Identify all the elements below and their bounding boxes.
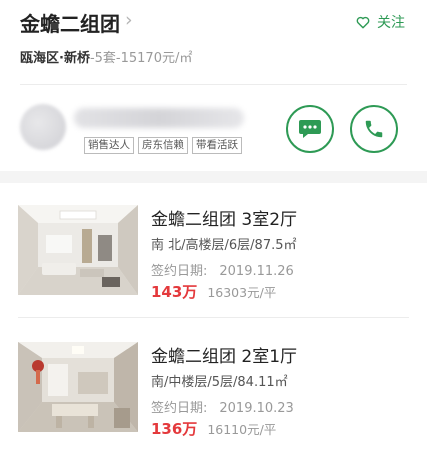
agent-tag: 房东信赖	[138, 137, 188, 154]
listing-item[interactable]: 金蟾二组团 3室2厅 南 北/高楼层/6层/87.5㎡ 签约日期: 2019.11…	[0, 193, 427, 321]
chat-bubble-icon	[299, 120, 321, 138]
total-price: 136万	[151, 420, 198, 438]
listing-item[interactable]: 金蟾二组团 2室1厅 南/中楼层/5层/84.11㎡ 签约日期: 2019.10.…	[0, 330, 427, 450]
community-header: 金蟾二组团 › 关注 瓯海区·新桥-5套-15170元/㎡	[0, 0, 427, 88]
total-price: 143万	[151, 283, 198, 301]
agent-tag: 销售达人	[84, 137, 134, 154]
agent-name-blurred	[74, 108, 244, 128]
chevron-right-icon[interactable]: ›	[125, 9, 133, 31]
community-title[interactable]: 金蟾二组团	[20, 8, 120, 37]
sign-date-value: 2019.11.26	[219, 264, 294, 279]
chat-button[interactable]	[286, 105, 334, 153]
agent-tags: 销售达人 房东信赖 带看活跃	[84, 137, 242, 154]
listing-photo[interactable]	[18, 342, 138, 432]
listing-photo[interactable]	[18, 205, 138, 295]
phone-icon	[365, 120, 383, 138]
listing-detail: 南/中楼层/5层/84.11㎡	[151, 375, 288, 390]
listing-sign-date: 签约日期: 2019.10.23	[151, 397, 294, 416]
sign-date-label: 签约日期:	[151, 264, 208, 279]
agent-tag: 带看活跃	[192, 137, 242, 154]
section-divider	[0, 171, 427, 183]
community-subtitle: 瓯海区·新桥-5套-15170元/㎡	[20, 47, 192, 66]
agent-avatar[interactable]	[20, 104, 66, 150]
header-divider	[20, 84, 407, 85]
sign-date-label: 签约日期:	[151, 401, 208, 416]
follow-label: 关注	[377, 15, 405, 31]
listing-detail: 南 北/高楼层/6层/87.5㎡	[151, 238, 297, 253]
unit-price: 16110元/平	[207, 422, 277, 437]
listing-title: 金蟾二组团 3室2厅	[151, 210, 298, 230]
agent-card: 销售达人 房东信赖 带看活跃	[0, 86, 427, 171]
room-photo-living	[18, 205, 138, 295]
listing-title: 金蟾二组团 2室1厅	[151, 347, 298, 367]
unit-price: 16303元/平	[207, 285, 277, 300]
call-button[interactable]	[350, 105, 398, 153]
listing-price: 143万 16303元/平	[151, 281, 276, 302]
community-stats: -5套-15170元/㎡	[89, 51, 193, 66]
follow-button[interactable]: 关注	[356, 12, 405, 32]
heart-outline-icon	[356, 16, 370, 28]
listing-price: 136万 16110元/平	[151, 418, 276, 439]
room-photo-dining	[18, 342, 138, 432]
listing-divider	[18, 317, 409, 318]
sign-date-value: 2019.10.23	[219, 401, 294, 416]
listing-sign-date: 签约日期: 2019.11.26	[151, 260, 294, 279]
district-label: 瓯海区·新桥	[20, 51, 90, 66]
